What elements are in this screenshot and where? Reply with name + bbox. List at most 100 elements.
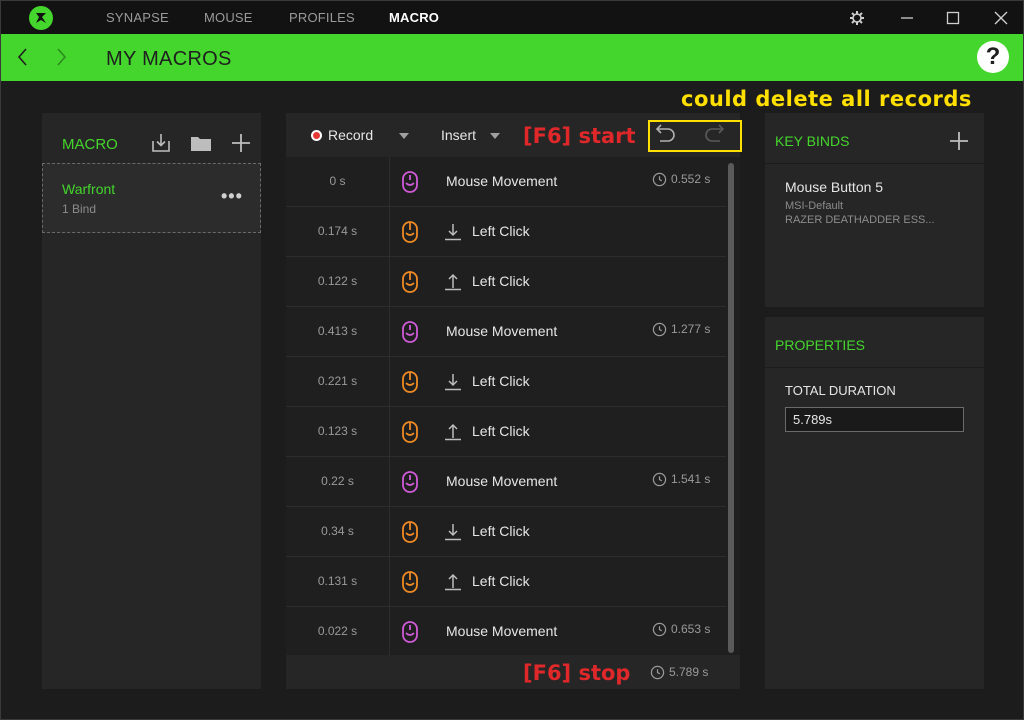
annotation-delete-note: could delete all records <box>681 87 972 111</box>
macro-event-row[interactable]: 0.221 s Left Click <box>286 357 726 407</box>
event-delay[interactable]: 0.413 s <box>286 307 390 356</box>
total-duration-field[interactable]: 5.789s <box>785 407 964 432</box>
event-delay[interactable]: 0.221 s <box>286 357 390 406</box>
folder-icon[interactable] <box>190 132 212 159</box>
keybind-profile: MSI-Default <box>785 200 844 212</box>
settings-gear-icon[interactable] <box>846 7 868 29</box>
forward-arrow-icon[interactable] <box>53 46 69 73</box>
macro-event-row[interactable]: 0.22 s Mouse Movement 1.541 s <box>286 457 726 507</box>
macro-event-row[interactable]: 0.022 s Mouse Movement 0.653 s <box>286 607 726 655</box>
macro-item-warfront[interactable]: Warfront 1 Bind ••• <box>42 163 261 233</box>
event-action: Left Click <box>472 573 530 589</box>
close-icon[interactable] <box>990 7 1012 29</box>
key-binds-title: KEY BINDS <box>775 133 850 149</box>
record-button[interactable]: Record <box>328 127 373 143</box>
insert-dropdown-icon[interactable] <box>490 133 500 139</box>
clock-icon <box>652 323 667 337</box>
event-delay[interactable]: 0.122 s <box>286 257 390 306</box>
macro-event-row[interactable]: 0.122 s Left Click <box>286 257 726 307</box>
maximize-icon[interactable] <box>942 7 964 29</box>
keybind-device: RAZER DEATHADDER ESS... <box>785 214 935 226</box>
key-binds-panel: KEY BINDS Mouse Button 5 MSI-Default RAZ… <box>765 113 984 307</box>
arrow-up-icon <box>444 273 462 296</box>
arrow-up-icon <box>444 423 462 446</box>
event-duration: 0.653 s <box>652 622 710 637</box>
event-delay[interactable]: 0.022 s <box>286 607 390 655</box>
macro-name: Warfront <box>62 181 116 197</box>
annotation-stop-note: [F6] stop <box>523 661 631 685</box>
event-duration-value: 1.541 s <box>671 472 711 486</box>
keybind-name[interactable]: Mouse Button 5 <box>785 179 883 195</box>
macro-event-row[interactable]: 0.174 s Left Click <box>286 207 726 257</box>
event-action: Left Click <box>472 423 530 439</box>
macro-bind-count: 1 Bind <box>62 202 97 216</box>
divider <box>765 163 984 164</box>
event-action: Mouse Movement <box>446 173 558 189</box>
event-delay[interactable]: 0.174 s <box>286 207 390 256</box>
event-duration: 0.552 s <box>652 172 710 187</box>
clock-icon <box>652 173 667 187</box>
mouse-click-icon <box>401 370 419 399</box>
macro-editor-panel: Record Insert 0 s Mouse Movement 0.552 s 0.… <box>286 113 742 689</box>
macro-panel-title: MACRO <box>62 136 118 153</box>
event-duration-value: 0.653 s <box>671 622 711 636</box>
total-duration: 5.789 s <box>650 665 708 680</box>
macro-event-row[interactable]: 0.413 s Mouse Movement 1.277 s <box>286 307 726 357</box>
properties-panel: PROPERTIES TOTAL DURATION 5.789s <box>765 317 984 689</box>
event-delay[interactable]: 0.22 s <box>286 457 390 506</box>
tab-mouse[interactable]: MOUSE <box>204 10 253 25</box>
mouse-move-icon <box>401 170 419 199</box>
help-button[interactable]: ? <box>977 41 1009 73</box>
title-bar: SYNAPSE MOUSE PROFILES MACRO <box>1 1 1023 34</box>
event-delay[interactable]: 0.131 s <box>286 557 390 606</box>
editor-toolbar: Record Insert <box>286 113 742 157</box>
event-action: Mouse Movement <box>446 323 558 339</box>
event-delay[interactable]: 0 s <box>286 157 390 206</box>
minimize-icon[interactable] <box>896 7 918 29</box>
event-action: Left Click <box>472 523 530 539</box>
record-dot-icon[interactable] <box>311 130 322 141</box>
record-dropdown-icon[interactable] <box>399 133 409 139</box>
mouse-move-icon <box>401 320 419 349</box>
razer-logo-icon[interactable] <box>29 6 53 30</box>
event-duration-value: 0.552 s <box>671 172 711 186</box>
clock-icon <box>652 623 667 637</box>
macro-event-row[interactable]: 0.131 s Left Click <box>286 557 726 607</box>
event-action: Left Click <box>472 223 530 239</box>
mouse-move-icon <box>401 470 419 499</box>
mouse-click-icon <box>401 220 419 249</box>
import-icon[interactable] <box>150 132 172 159</box>
mouse-click-icon <box>401 570 419 599</box>
add-keybind-icon[interactable] <box>949 131 969 156</box>
event-delay[interactable]: 0.123 s <box>286 407 390 456</box>
macro-event-list: 0 s Mouse Movement 0.552 s 0.174 s Left Clic… <box>286 157 740 655</box>
arrow-down-icon <box>444 223 462 246</box>
arrow-up-icon <box>444 573 462 596</box>
insert-button[interactable]: Insert <box>441 127 476 143</box>
event-action: Mouse Movement <box>446 623 558 639</box>
event-delay[interactable]: 0.34 s <box>286 507 390 556</box>
event-duration-value: 1.277 s <box>671 322 711 336</box>
mouse-move-icon <box>401 620 419 649</box>
tab-synapse[interactable]: SYNAPSE <box>106 10 169 25</box>
clock-icon <box>652 473 667 487</box>
macro-event-row[interactable]: 0.34 s Left Click <box>286 507 726 557</box>
arrow-down-icon <box>444 373 462 396</box>
properties-title: PROPERTIES <box>775 337 865 353</box>
total-duration-value: 5.789 s <box>669 665 709 679</box>
event-action: Left Click <box>472 373 530 389</box>
mouse-click-icon <box>401 420 419 449</box>
macro-event-row[interactable]: 0.123 s Left Click <box>286 407 726 457</box>
scrollbar[interactable] <box>728 163 734 653</box>
more-options-icon[interactable]: ••• <box>221 186 243 207</box>
add-macro-icon[interactable] <box>230 132 252 159</box>
annotation-highlight-box <box>648 120 742 152</box>
back-arrow-icon[interactable] <box>15 46 31 73</box>
app-window: SYNAPSE MOUSE PROFILES MACRO MY MACROS ?… <box>0 0 1024 720</box>
tab-macro[interactable]: MACRO <box>389 10 439 25</box>
tab-profiles[interactable]: PROFILES <box>289 10 355 25</box>
event-duration: 1.541 s <box>652 472 710 487</box>
divider <box>765 367 984 368</box>
macro-event-row[interactable]: 0 s Mouse Movement 0.552 s <box>286 157 726 207</box>
page-title: MY MACROS <box>106 48 232 70</box>
